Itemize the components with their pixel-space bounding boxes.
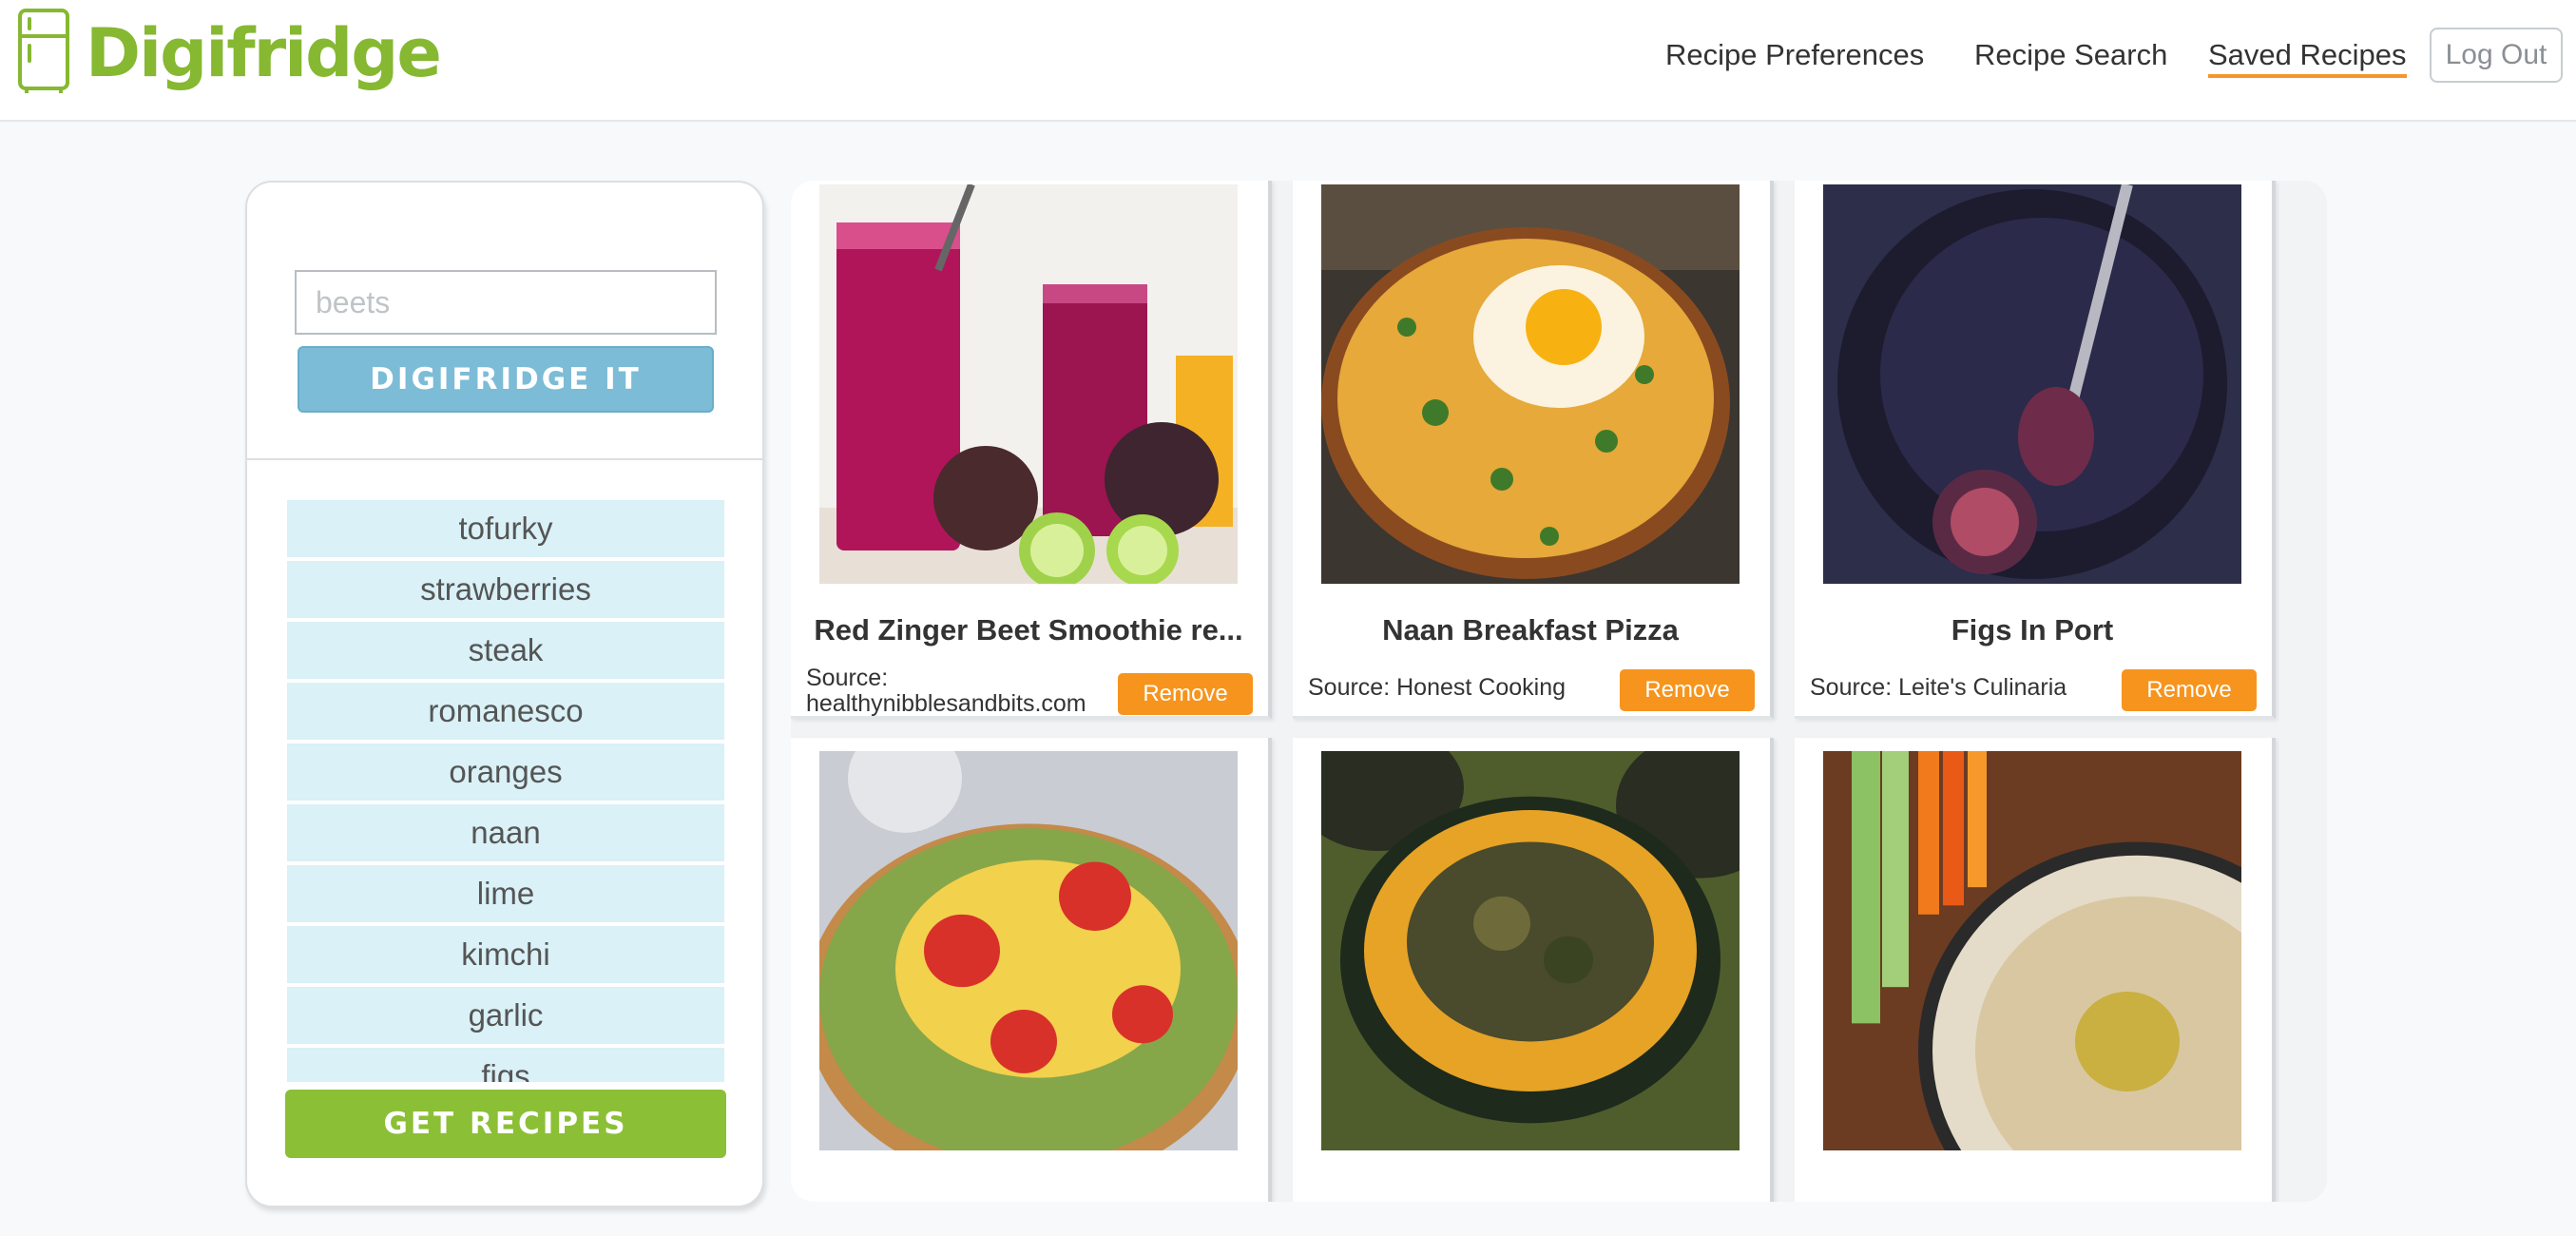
recipe-card[interactable] — [791, 738, 1272, 1202]
recipe-source: Source: Leite's Culinaria — [1810, 675, 2067, 701]
recipe-source-site[interactable]: Honest Cooking — [1396, 674, 1566, 701]
saved-recipes-grid: Red Zinger Beet Smoothie re... Source: h… — [791, 181, 2327, 1202]
stuffed-squash-image[interactable] — [1321, 751, 1740, 1150]
ingredient-sidebar: DIGIFRIDGE IT tofurky strawberries steak… — [245, 181, 764, 1207]
remove-recipe-button[interactable]: Remove — [2122, 669, 2257, 711]
recipe-title[interactable]: Figs In Port — [1804, 613, 2260, 647]
ingredient-item[interactable]: romanesco — [287, 683, 724, 740]
ingredient-item[interactable]: oranges — [287, 744, 724, 801]
nav-recipe-preferences[interactable]: Recipe Preferences — [1665, 36, 1924, 74]
recipe-title[interactable]: Naan Breakfast Pizza — [1302, 613, 1759, 647]
recipe-title[interactable]: Red Zinger Beet Smoothie re... — [800, 613, 1257, 647]
ingredient-item[interactable]: kimchi — [287, 926, 724, 983]
nav-saved-recipes[interactable]: Saved Recipes — [2208, 36, 2407, 78]
remove-recipe-button[interactable]: Remove — [1620, 669, 1755, 711]
get-recipes-button[interactable]: GET RECIPES — [285, 1090, 726, 1158]
ingredient-search-input[interactable] — [295, 270, 717, 335]
ingredient-item[interactable]: naan — [287, 804, 724, 861]
fridge-icon[interactable] — [17, 8, 70, 95]
ingredient-list[interactable]: tofurky strawberries steak romanesco ora… — [287, 500, 724, 1082]
beet-smoothie-image[interactable] — [819, 184, 1238, 584]
sidebar-divider — [247, 458, 762, 460]
recipe-card[interactable]: Figs In Port Source: Leite's Culinaria R… — [1795, 181, 2276, 719]
ingredient-item[interactable]: tofurky — [287, 500, 724, 557]
figs-in-port-image[interactable] — [1823, 184, 2241, 584]
recipe-card[interactable] — [1795, 738, 2276, 1202]
recipe-card[interactable]: Red Zinger Beet Smoothie re... Source: h… — [791, 181, 1272, 719]
remove-recipe-button[interactable]: Remove — [1118, 673, 1253, 715]
naan-pizza-image[interactable] — [1321, 184, 1740, 584]
recipe-source: Source: Honest Cooking — [1308, 675, 1566, 701]
hummus-veggies-image[interactable] — [1823, 751, 2241, 1150]
ingredient-item[interactable]: figs — [287, 1048, 724, 1082]
ingredient-item[interactable]: garlic — [287, 987, 724, 1044]
ingredient-item[interactable]: strawberries — [287, 561, 724, 618]
recipe-source-label: Source: — [1308, 674, 1391, 701]
recipe-source-label: Source: — [1810, 674, 1893, 701]
recipe-source: Source: healthynibblesandbits.com — [806, 666, 1086, 717]
logout-button[interactable]: Log Out — [2430, 28, 2563, 83]
digifridge-it-button[interactable]: DIGIFRIDGE IT — [298, 346, 714, 413]
top-navbar: Digifridge Recipe Preferences Recipe Sea… — [0, 0, 2576, 122]
nav-recipe-search[interactable]: Recipe Search — [1974, 36, 2167, 74]
ingredient-item[interactable]: steak — [287, 622, 724, 679]
app-logo-text[interactable]: Digifridge — [86, 10, 442, 97]
recipe-source-label: Source: — [806, 665, 889, 691]
recipe-source-site[interactable]: healthynibblesandbits.com — [806, 691, 1086, 717]
recipe-source-site[interactable]: Leite's Culinaria — [1898, 674, 2067, 701]
recipe-card[interactable] — [1293, 738, 1774, 1202]
corn-tomato-flatbread-image[interactable] — [819, 751, 1238, 1150]
ingredient-item[interactable]: lime — [287, 865, 724, 922]
recipe-card[interactable]: Naan Breakfast Pizza Source: Honest Cook… — [1293, 181, 1774, 719]
